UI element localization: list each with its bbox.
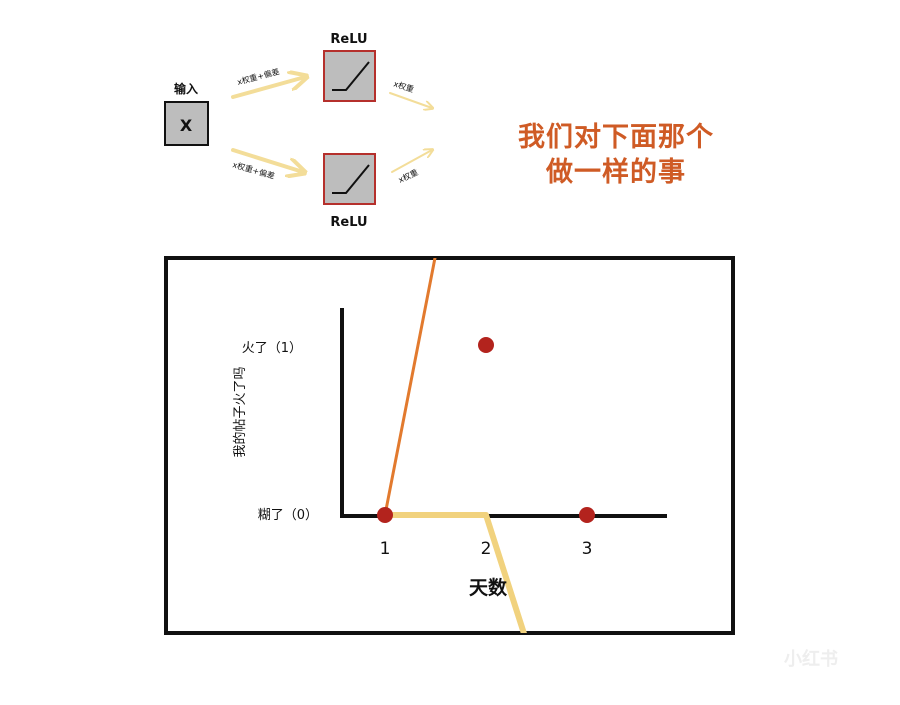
plot-frame xyxy=(164,256,735,635)
data-point-3 xyxy=(579,507,595,523)
note-line-2: 做一样的事 xyxy=(545,156,686,188)
y-tick-label-0: 糊了（0） xyxy=(258,507,318,523)
neural-network-diagram: 输入 X x权重+偏差 x权重+偏差 ReLU ReLU x权重 x权重 我们对… xyxy=(164,32,838,670)
relu-top-node xyxy=(323,50,376,102)
relu-bottom-label: ReLU xyxy=(330,215,367,230)
x-axis-label: 天数 xyxy=(469,576,508,599)
data-point-1 xyxy=(377,507,393,523)
plot-area xyxy=(340,258,667,633)
edge-label-top-out: x权重 xyxy=(392,78,415,94)
edge-label-bottom-out: x权重 xyxy=(397,167,420,185)
data-point-2 xyxy=(478,337,494,353)
relu-bottom-node xyxy=(323,153,376,205)
arrow-top-relu-out xyxy=(389,92,432,108)
relu-line-1 xyxy=(383,258,437,517)
note-line-1: 我们对下面那个 xyxy=(518,122,714,153)
x-tick-label-3: 3 xyxy=(582,539,593,559)
y-axis-label: 我的帖子火了吗 xyxy=(232,366,248,457)
y-tick-label-1: 火了（1） xyxy=(242,341,302,356)
watermark: 小红书 xyxy=(784,648,838,670)
input-label: 输入 xyxy=(174,81,198,96)
x-tick-label-1: 1 xyxy=(380,539,391,559)
input-node-label: X xyxy=(180,116,193,135)
x-tick-label-2: 2 xyxy=(481,539,492,559)
relu-top-label: ReLU xyxy=(330,32,367,47)
relu-line-2 xyxy=(382,512,527,633)
